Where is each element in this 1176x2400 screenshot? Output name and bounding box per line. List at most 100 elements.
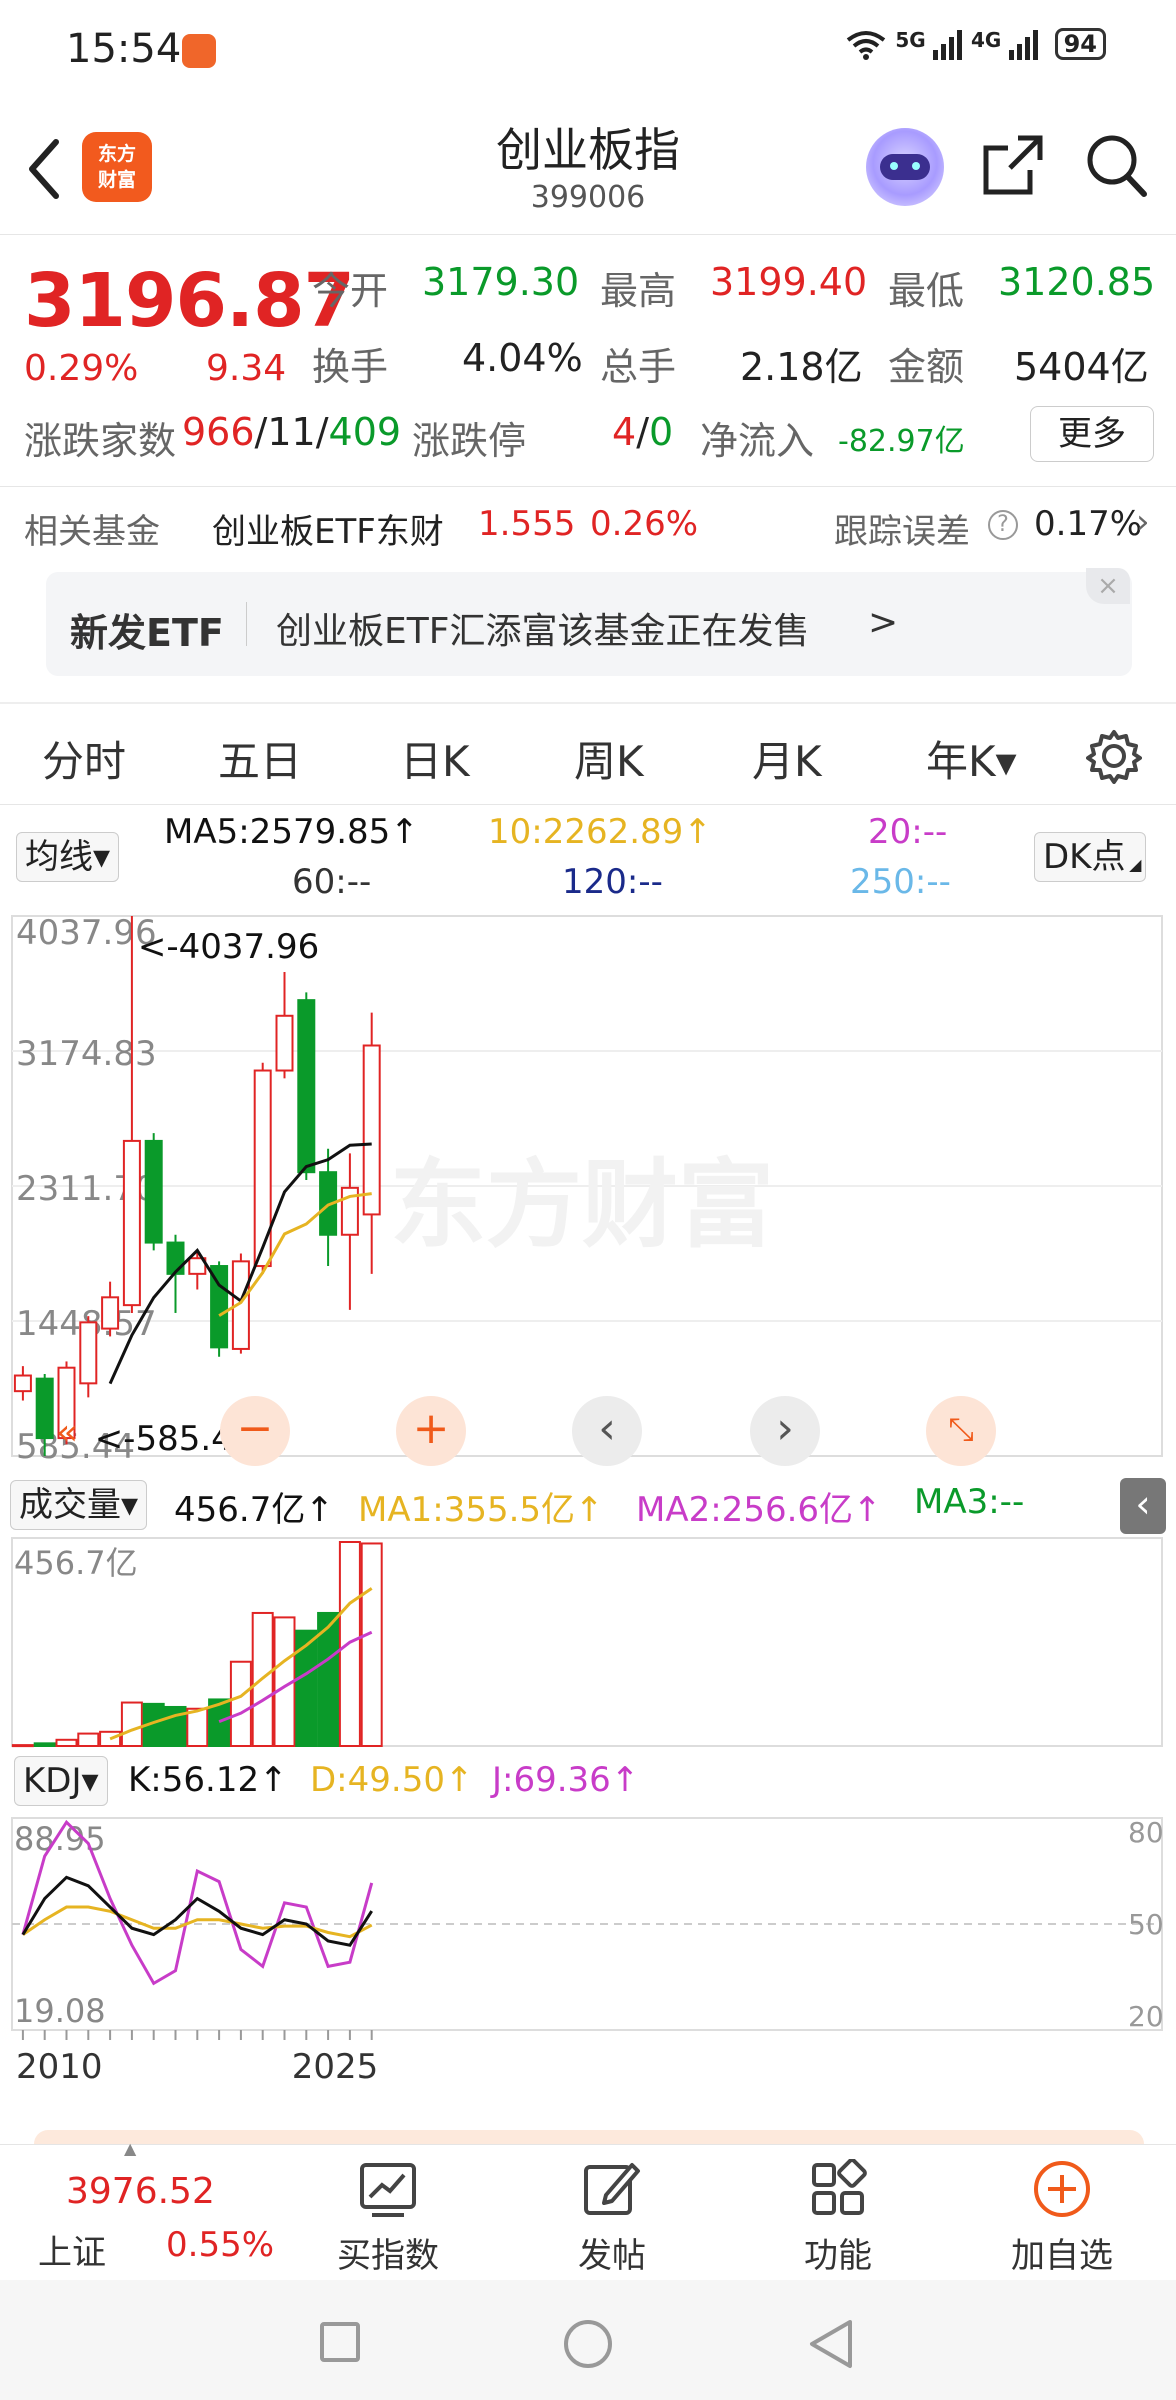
breadth-label: 涨跌家数 [24, 419, 177, 463]
system-nav-bar [0, 2280, 1176, 2400]
ma20-label: 20:-- [868, 812, 948, 852]
post-button[interactable]: 发帖 [532, 2159, 692, 2277]
dk-point-label: DK点 [1043, 837, 1126, 877]
volume-bar [77, 1732, 100, 1748]
kline-chart[interactable]: 4037.963174.832311.701448.57585.44东方财富<-… [0, 908, 1176, 1478]
notification-app-icon [182, 34, 216, 68]
tab-yearly-k[interactable]: 年K▾ [926, 728, 1017, 789]
network-label-5g: 5G [895, 28, 926, 52]
back-icon[interactable] [806, 2318, 856, 2370]
assistant-robot-icon[interactable] [866, 128, 944, 206]
kdj-k-label: K:56.12↑ [128, 1760, 288, 1800]
gear-icon[interactable] [1086, 728, 1142, 784]
buy-index-label: 买指数 [337, 2236, 439, 2276]
volume-selector[interactable]: 成交量▾ [10, 1480, 148, 1530]
candle-body [122, 1139, 141, 1307]
high-value: 3199.40 [710, 260, 868, 304]
jump-start-icon[interactable]: « [56, 1412, 78, 1453]
network-label-4g: 4G [970, 28, 1002, 52]
kdj-k-line [21, 1875, 373, 1947]
status-time: 15:54 [66, 26, 182, 72]
search-icon[interactable] [1084, 132, 1148, 198]
kdj-d-label: D:49.50↑ [310, 1760, 474, 1800]
more-button[interactable]: 更多 [1030, 406, 1154, 462]
change-percent: 0.29% [24, 348, 139, 389]
decliners: 409 [328, 410, 402, 454]
chevron-right-icon[interactable]: › [1136, 502, 1150, 542]
fund-price: 1.555 [478, 504, 576, 544]
last-price: 3196.87 [24, 258, 355, 344]
kdj-chart[interactable]: 88.9519.088050202010 2025 [0, 1814, 1176, 2084]
etf-banner[interactable]: 新发ETF 创业板ETF汇添富该基金正在发售 > × [46, 568, 1132, 676]
buy-index-button[interactable]: 买指数 [308, 2159, 468, 2277]
share-icon[interactable] [982, 134, 1044, 196]
functions-button[interactable]: 功能 [758, 2158, 918, 2277]
fund-name[interactable]: 创业板ETF东财 [212, 504, 444, 553]
screen: 15:54 5G 4G 94 东方 财富 创业板指 399006 3196.87… [0, 0, 1176, 2400]
close-icon[interactable]: × [1086, 568, 1130, 604]
x-axis-label-start: 2010 [16, 2047, 103, 2084]
volume-ma1-label: MA1:355.5亿↑ [358, 1490, 604, 1530]
tab-monthly-k[interactable]: 月K [752, 728, 822, 789]
dk-point-selector[interactable]: DK点 ◢ [1034, 832, 1147, 882]
related-fund-row[interactable]: 相关基金 创业板ETF东财 1.555 0.26% 跟踪误差 ? 0.17% › [0, 488, 1176, 560]
netflow-label: 净流入 [700, 419, 815, 463]
divider [0, 234, 1176, 235]
add-watchlist-button[interactable]: 加自选 [982, 2159, 1142, 2277]
candle-body [275, 1014, 294, 1072]
period-tabs: 分时 五日 日K 周K 月K 年K▾ [0, 704, 1176, 804]
y-axis-tick: 3174.83 [16, 1034, 157, 1074]
tab-weekly-k[interactable]: 周K [574, 728, 644, 789]
promo-strip [34, 2130, 1144, 2144]
sh-index-price[interactable]: 3976.52 [66, 2171, 215, 2212]
corner-arrow-icon: ◢ [1129, 855, 1142, 874]
banner-tag: 新发ETF [70, 611, 224, 655]
related-fund-label: 相关基金 [24, 512, 160, 552]
kdj-right-tick: 50 [1128, 1908, 1164, 1941]
candle-body [101, 1296, 120, 1330]
limit-values: 4/0 [612, 410, 674, 454]
candle-body [362, 1044, 381, 1216]
ma5-label: MA5:2579.85↑ [164, 812, 419, 852]
status-icons: 5G 4G 94 [844, 28, 1106, 60]
recent-apps-icon[interactable] [320, 2322, 360, 2362]
grid-icon [812, 2158, 867, 2215]
home-icon[interactable] [564, 2320, 612, 2368]
x-axis-label-end: 2025 [292, 2047, 379, 2084]
kdj-selector[interactable]: KDJ▾ [14, 1756, 108, 1806]
zoom-out-button[interactable]: − [220, 1396, 290, 1466]
kdj-y-min: 19.08 [14, 1992, 106, 2030]
ma-selector[interactable]: 均线▾ [16, 832, 120, 882]
scroll-left-button[interactable]: ‹ [572, 1396, 642, 1466]
tab-daily-k[interactable]: 日K [400, 728, 470, 789]
kdj-right-tick: 80 [1128, 1816, 1164, 1849]
volume-value-label: 456.7亿↑ [174, 1490, 334, 1530]
watermark: 东方财富 [390, 1149, 774, 1261]
tracking-error-label: 跟踪误差 [834, 512, 970, 552]
ma120-label: 120:-- [562, 862, 663, 902]
tab-five-day[interactable]: 五日 [218, 728, 302, 789]
candle-body [13, 1374, 32, 1393]
zoom-in-button[interactable]: + [396, 1396, 466, 1466]
volume-bar [186, 1707, 209, 1748]
volume-bar [360, 1542, 383, 1747]
sh-index-pct: 0.55% [166, 2225, 275, 2265]
volume-ma3-label: MA3:-- [914, 1482, 1025, 1522]
candle-body [166, 1241, 185, 1275]
scroll-right-button[interactable]: › [750, 1396, 820, 1466]
top-header: 东方 财富 创业板指 399006 [0, 100, 1176, 234]
volume-bar [33, 1742, 56, 1747]
kdj-j-label: J:69.36↑ [492, 1760, 640, 1800]
low-label: 最低 [888, 269, 965, 313]
help-icon[interactable]: ? [988, 510, 1018, 540]
open-label: 今开 [312, 269, 389, 313]
netflow-value: -82.97亿 [838, 424, 965, 459]
volume-chart[interactable]: 456.7亿 [0, 1536, 1176, 1752]
ma10-label: 10:2262.89↑ [488, 812, 712, 852]
collapse-panel-button[interactable]: ‹ [1120, 1478, 1166, 1534]
candle-body [297, 999, 316, 1174]
fullscreen-icon[interactable]: ⤡ [926, 1396, 996, 1466]
turnover-value: 4.04% [462, 336, 583, 380]
bottom-toolbar: ▲ 3976.52 上证 0.55% 买指数 发帖 功能 加自选 [0, 2139, 1176, 2280]
tab-intraday[interactable]: 分时 [42, 728, 126, 789]
